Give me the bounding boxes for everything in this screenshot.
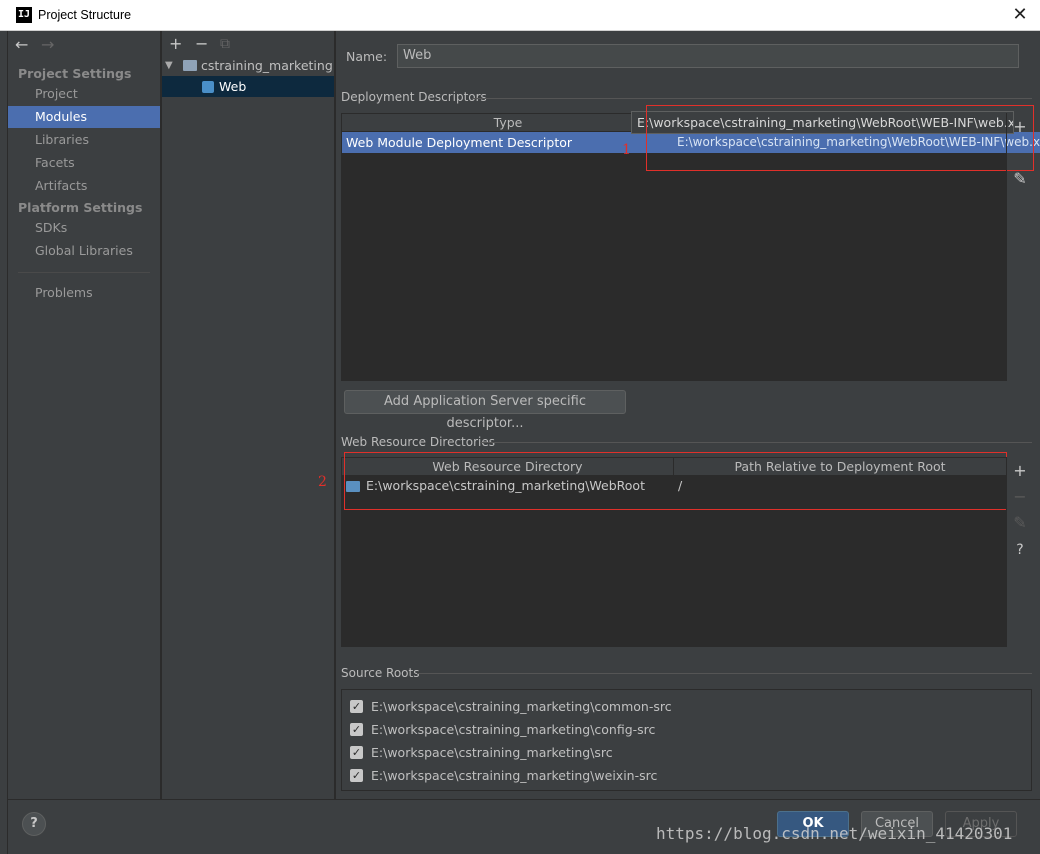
help-web-resource-icon[interactable]: ?	[1009, 542, 1031, 558]
name-label: Name:	[346, 49, 388, 64]
help-button[interactable]: ?	[22, 812, 46, 836]
module-folder-icon	[183, 60, 197, 71]
source-root-item[interactable]: ✓ E:\workspace\cstraining_marketing\comm…	[350, 698, 950, 716]
name-field[interactable]: Web	[397, 44, 1019, 68]
sidebar-item-global-libraries[interactable]: Global Libraries	[8, 240, 160, 262]
window-left-edge	[0, 31, 8, 854]
source-root-checkbox[interactable]: ✓	[350, 700, 363, 713]
edit-web-resource-icon[interactable]: ✎	[1009, 515, 1031, 531]
sidebar-item-artifacts[interactable]: Artifacts	[8, 175, 160, 197]
descriptor-type-cell: Web Module Deployment Descriptor	[346, 135, 573, 150]
copy-module-icon[interactable]: ⧉	[220, 36, 230, 52]
source-root-item[interactable]: ✓ E:\workspace\cstraining_marketing\src	[350, 744, 950, 762]
add-server-descriptor-button[interactable]: Add Application Server specific descript…	[344, 390, 626, 431]
add-module-icon[interactable]: +	[169, 36, 182, 52]
descriptor-toolbar	[1006, 113, 1032, 381]
settings-sidebar: ← → Project Settings Project Modules Lib…	[8, 31, 161, 799]
annotation-mark-1: 1	[622, 142, 631, 158]
source-root-item[interactable]: ✓ E:\workspace\cstraining_marketing\weix…	[350, 767, 950, 785]
sidebar-item-facets[interactable]: Facets	[8, 152, 160, 174]
source-root-path: E:\workspace\cstraining_marketing\config…	[371, 722, 656, 737]
tree-item-cstraining-marketing[interactable]: ▼ cstraining_marketing	[162, 55, 334, 76]
sidebar-item-modules[interactable]: Modules	[8, 106, 160, 128]
forward-arrow-icon[interactable]: →	[41, 37, 54, 53]
module-tree-panel: + − ⧉ ▼ cstraining_marketing Web	[162, 31, 335, 799]
highlight-box-2	[344, 452, 1007, 510]
web-resource-directories-title: Web Resource Directories	[341, 435, 495, 449]
group-divider	[480, 442, 1032, 443]
source-root-checkbox[interactable]: ✓	[350, 723, 363, 736]
csdn-watermark: https://blog.csdn.net/weixin_41420301	[656, 824, 1013, 843]
deployment-descriptors-title: Deployment Descriptors	[341, 90, 487, 104]
group-divider	[472, 98, 1032, 99]
remove-web-resource-icon[interactable]: −	[1009, 489, 1031, 505]
source-root-path: E:\workspace\cstraining_marketing\common…	[371, 699, 672, 714]
web-facet-icon	[202, 81, 214, 93]
window-title: Project Structure	[38, 8, 132, 22]
source-root-checkbox[interactable]: ✓	[350, 746, 363, 759]
sidebar-item-libraries[interactable]: Libraries	[8, 129, 160, 151]
back-arrow-icon[interactable]: ←	[15, 37, 28, 53]
source-roots-title: Source Roots	[341, 666, 420, 680]
sidebar-item-project[interactable]: Project	[8, 83, 160, 105]
annotation-mark-2: 2	[318, 474, 327, 490]
add-web-resource-icon[interactable]: +	[1009, 463, 1031, 479]
highlight-box-1	[646, 105, 1034, 171]
source-root-checkbox[interactable]: ✓	[350, 769, 363, 782]
section-platform-settings: Platform Settings	[18, 200, 143, 215]
tree-item-web[interactable]: Web	[162, 76, 334, 97]
group-divider	[417, 673, 1032, 674]
close-icon[interactable]: ✕	[1008, 4, 1032, 26]
intellij-app-icon: IJ	[16, 7, 32, 23]
tree-item-label: cstraining_marketing	[201, 58, 333, 73]
sidebar-divider	[18, 272, 150, 273]
sidebar-item-problems[interactable]: Problems	[8, 282, 160, 304]
section-project-settings: Project Settings	[18, 66, 132, 81]
remove-module-icon[interactable]: −	[195, 36, 208, 52]
source-root-path: E:\workspace\cstraining_marketing\weixin…	[371, 768, 658, 783]
source-root-item[interactable]: ✓ E:\workspace\cstraining_marketing\conf…	[350, 721, 950, 739]
sidebar-item-sdks[interactable]: SDKs	[8, 217, 160, 239]
web-facet-settings: Name: Web Deployment Descriptors Type We…	[318, 31, 1040, 799]
tree-item-label: Web	[219, 79, 247, 94]
dialog-footer: ? OK Cancel Apply https://blog.csdn.net/…	[8, 799, 1040, 854]
column-header-type[interactable]: Type	[342, 114, 675, 132]
title-bar: IJ Project Structure ✕	[0, 0, 1040, 31]
source-root-path: E:\workspace\cstraining_marketing\src	[371, 745, 613, 760]
expand-arrow-icon[interactable]: ▼	[165, 55, 173, 76]
source-roots-list: ✓ E:\workspace\cstraining_marketing\comm…	[341, 689, 1032, 791]
